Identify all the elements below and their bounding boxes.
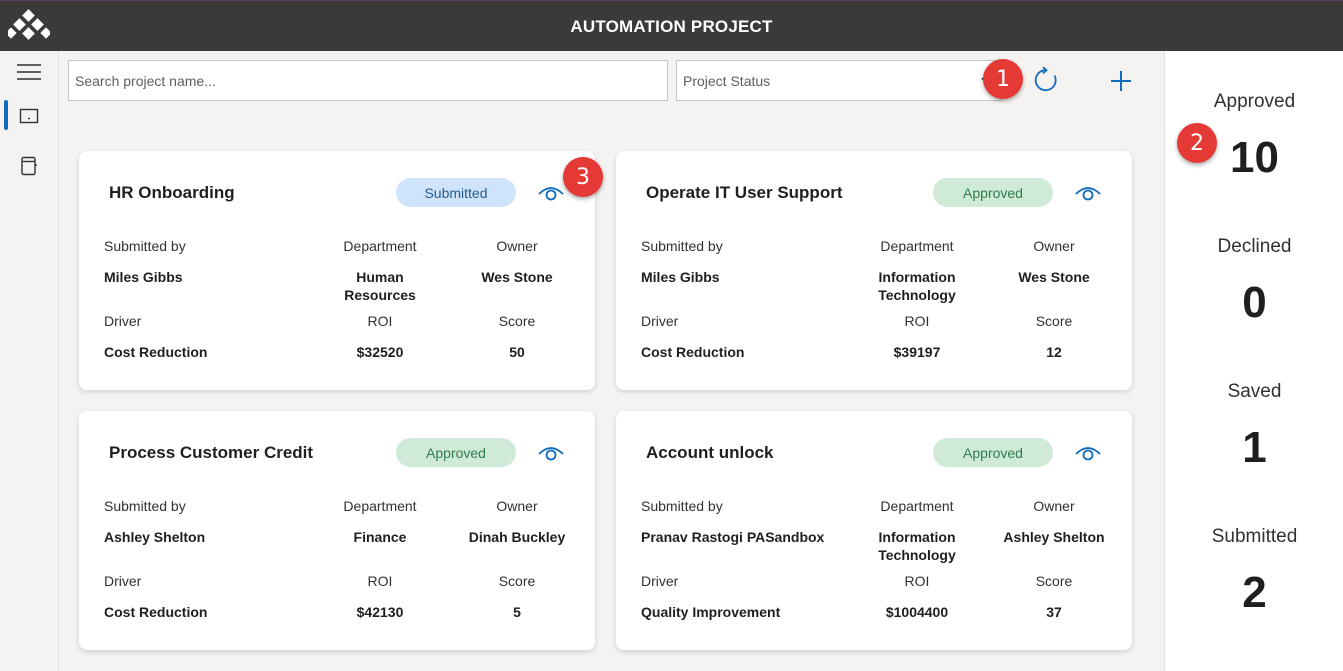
submitted-by-label: Submitted by [641,238,723,254]
app-header: AUTOMATION PROJECT [0,0,1343,51]
submitted-by-value: Ashley Shelton [104,529,206,545]
submitted-by-label: Submitted by [104,238,186,254]
eye-icon[interactable] [1074,441,1102,465]
nav-item-documents[interactable] [0,149,58,183]
stat-value-declined: 0 [1242,278,1267,327]
submitted-by-value: Pranav Rastogi PASandbox [641,529,825,545]
eye-icon[interactable] [537,181,565,205]
owner-label: Owner [1033,498,1075,514]
status-badge: Submitted [396,178,516,207]
department-label: Department [880,238,954,254]
project-card[interactable]: Operate IT User Support Approved Submitt… [616,151,1132,390]
department-label: Department [343,498,417,514]
hamburger-menu-button[interactable] [0,55,58,89]
owner-label: Owner [496,238,538,254]
hamburger-icon [17,64,41,80]
roi-value: $39197 [893,344,941,360]
status-summary-panel: Approved 10 Declined 0 Saved 1 Submitted… [1164,51,1343,671]
department-value: Information Technology [878,269,956,303]
project-status-placeholder: Project Status [683,72,771,89]
project-title: Operate IT User Support [646,183,843,202]
driver-value: Cost Reduction [104,604,208,620]
project-card[interactable]: Process Customer Credit Approved Submitt… [79,411,595,650]
project-title: Account unlock [646,443,774,462]
driver-label: Driver [641,313,679,329]
driver-value: Cost Reduction [104,344,208,360]
driver-label: Driver [641,573,679,589]
department-label: Department [343,238,417,254]
owner-value: Wes Stone [1018,269,1090,285]
score-label: Score [1035,313,1073,329]
driver-label: Driver [104,313,142,329]
stat-value-submitted: 2 [1242,568,1267,617]
submitted-by-value: Miles Gibbs [641,269,720,285]
department-value: Information Technology [878,529,956,563]
score-value: 37 [1046,604,1062,620]
notebook-icon [21,156,37,176]
screen-icon [19,108,39,124]
add-icon[interactable] [1108,68,1134,94]
callout-badge-2: 2 [1177,123,1217,163]
owner-value: Ashley Shelton [1003,529,1105,545]
stat-value-saved: 1 [1242,423,1267,472]
stat-label-approved: Approved [1213,91,1296,112]
left-nav [0,51,59,671]
status-badge: Approved [933,178,1053,207]
eye-icon[interactable] [1074,181,1102,205]
department-label: Department [880,498,954,514]
score-label: Score [498,313,536,329]
project-card[interactable]: HR Onboarding Submitted Submitted by Dep… [79,151,595,390]
main-area: Project Status HR Onboarding Submitted S… [59,51,1164,671]
roi-label: ROI [367,573,393,589]
score-value: 12 [1046,344,1062,360]
project-card[interactable]: Account unlock Approved Submitted by Dep… [616,411,1132,650]
callout-badge-1: 1 [983,59,1023,99]
stat-label-declined: Declined [1217,236,1292,257]
eye-icon[interactable] [537,441,565,465]
search-input[interactable] [68,60,668,101]
stat-label-submitted: Submitted [1211,526,1298,547]
refresh-icon[interactable] [1033,66,1061,94]
score-value: 50 [509,344,525,360]
roi-value: $32520 [356,344,404,360]
submitted-by-value: Miles Gibbs [104,269,183,285]
owner-label: Owner [1033,238,1075,254]
owner-value: Wes Stone [481,269,553,285]
roi-value: $42130 [356,604,404,620]
project-status-dropdown[interactable]: Project Status [676,60,1001,101]
department-value: Human Resources [344,269,416,303]
score-value: 5 [513,604,521,620]
department-value: Finance [353,529,407,545]
roi-value: $1004400 [885,604,949,620]
project-title: Process Customer Credit [109,443,314,462]
roi-label: ROI [367,313,393,329]
driver-value: Cost Reduction [641,344,745,360]
driver-value: Quality Improvement [641,604,781,620]
app-title: AUTOMATION PROJECT [570,17,773,36]
roi-label: ROI [904,313,930,329]
submitted-by-label: Submitted by [641,498,723,514]
driver-label: Driver [104,573,142,589]
status-badge: Approved [933,438,1053,467]
owner-label: Owner [496,498,538,514]
nav-item-projects[interactable] [0,99,58,133]
callout-badge-3: 3 [563,157,603,197]
score-label: Score [1035,573,1073,589]
project-title: HR Onboarding [109,183,235,202]
owner-value: Dinah Buckley [468,529,566,545]
submitted-by-label: Submitted by [104,498,186,514]
stat-label-saved: Saved [1227,381,1282,402]
roi-label: ROI [904,573,930,589]
status-badge: Approved [396,438,516,467]
score-label: Score [498,573,536,589]
